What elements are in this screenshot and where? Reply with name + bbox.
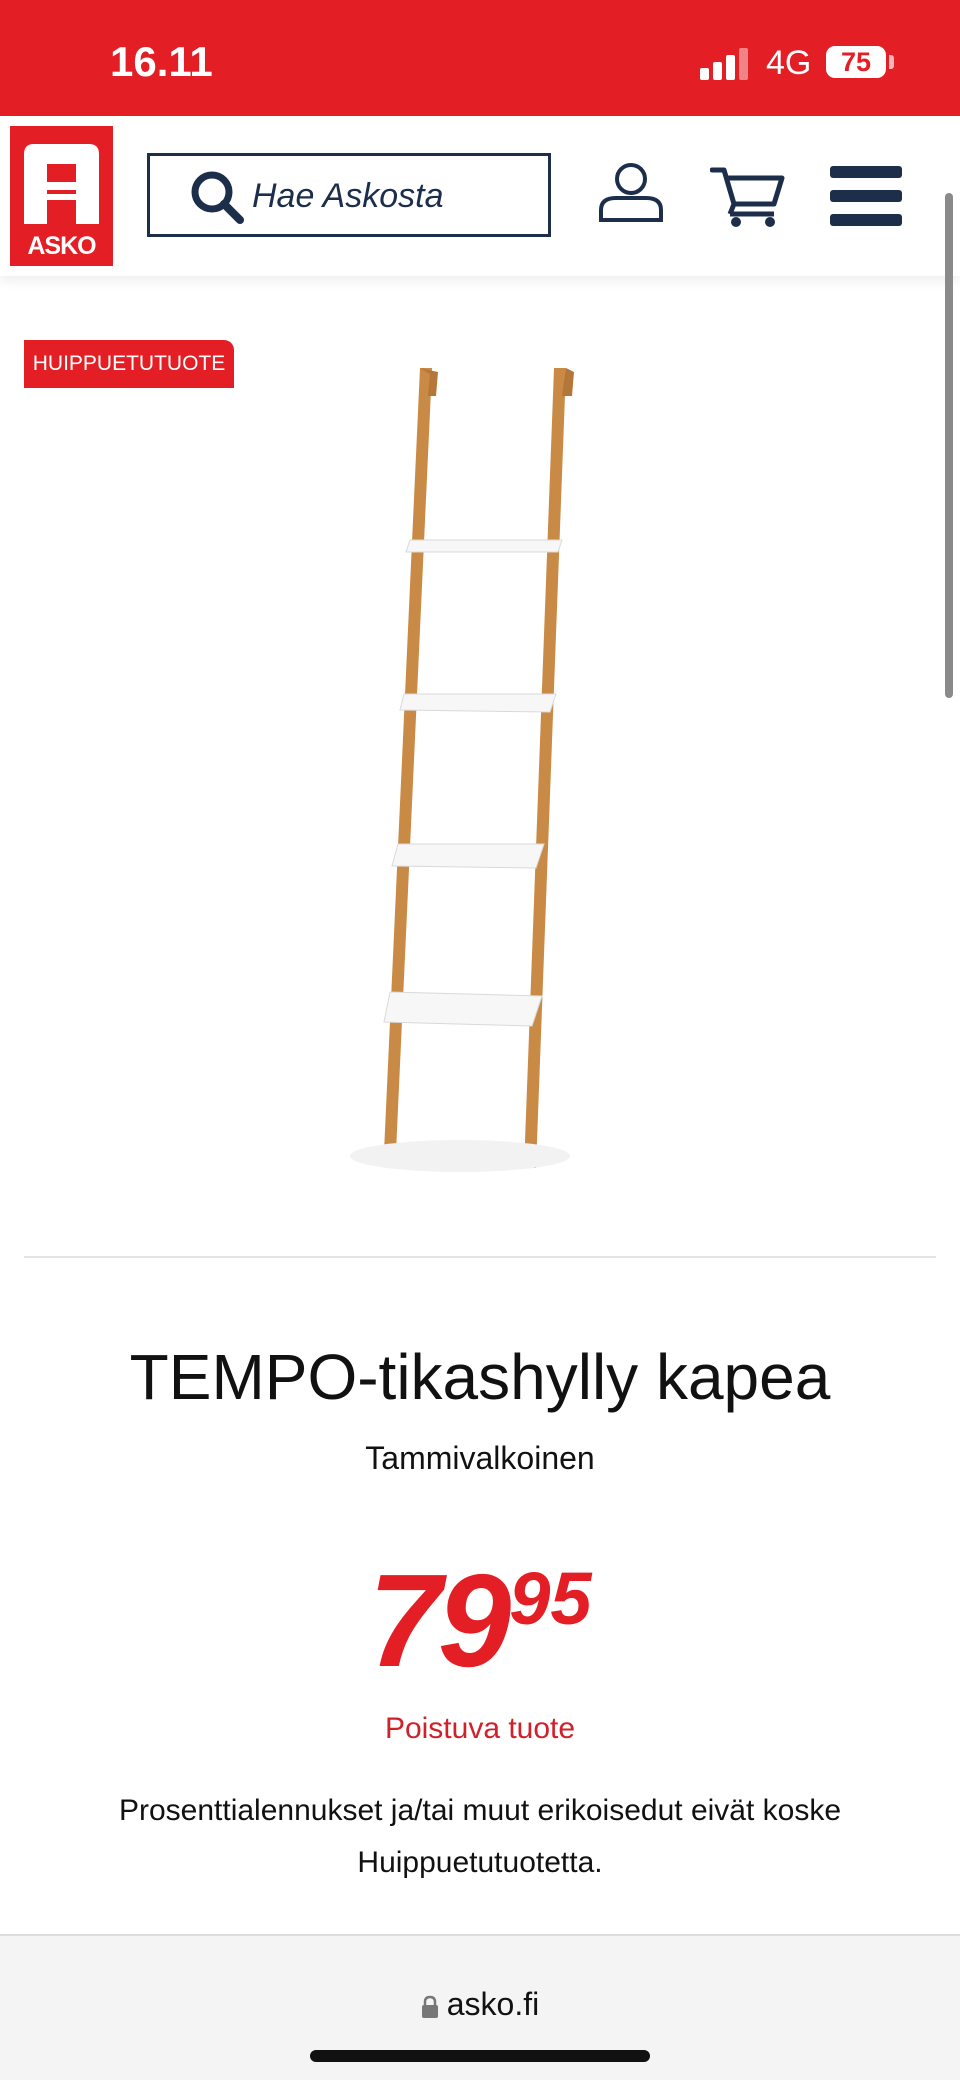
discount-disclaimer: Prosenttialennukset ja/tai muut erikoise… [118,1794,842,1879]
cart-icon[interactable] [710,164,786,228]
search-icon[interactable] [190,170,246,226]
site-header: ASKO [0,116,960,276]
asko-logo-mark [24,144,99,224]
signal-icon [700,48,752,80]
account-icon[interactable] [598,162,664,224]
lock-icon [421,1995,438,2018]
status-time: 16.11 [110,38,213,85]
status-bar: 16.11 4G 75 [0,0,960,116]
url-display[interactable]: asko.fi [0,1986,960,2023]
browser-address-bar: asko.fi [0,1934,960,2080]
product-image[interactable] [340,350,600,1180]
page-scrollbar[interactable] [945,193,953,698]
search-box[interactable] [147,153,551,237]
menu-icon[interactable] [830,166,902,226]
search-input[interactable] [250,156,544,236]
divider [24,1256,936,1258]
logo-text: ASKO [27,232,96,260]
asko-logo[interactable]: ASKO [10,126,113,266]
url-text: asko.fi [446,1986,540,2022]
product-status: Poistuva tuote [384,1712,576,1745]
product-variant: Tammivalkoinen [365,1440,595,1476]
home-indicator[interactable] [310,2050,650,2062]
battery-tip [889,55,894,69]
price-cents: 95 [509,1557,592,1640]
deal-badge: HUIPPUETUTUOTE [24,340,234,388]
product-title: TEMPO-tikashylly kapea [129,1341,831,1413]
network-label: 4G [766,44,812,82]
price-main: 79 [368,1547,511,1694]
battery-icon: 75 [826,46,886,78]
product-price: 7995 [0,1545,960,1696]
